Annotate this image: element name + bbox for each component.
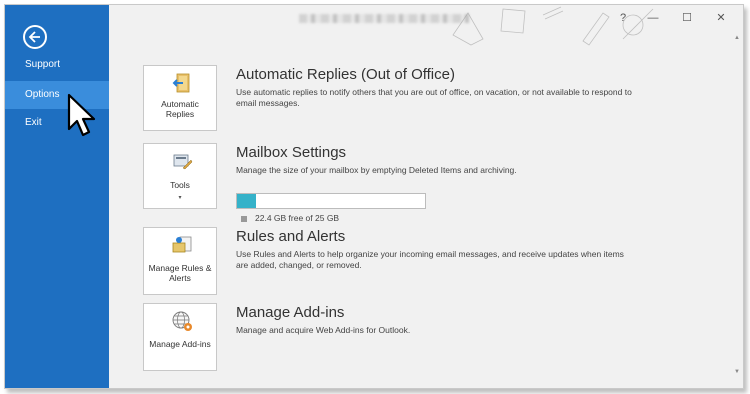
storage-status: 22.4 GB free of 25 GB (241, 213, 339, 223)
minimize-button[interactable]: — (645, 11, 661, 25)
mouse-pointer-icon (67, 93, 96, 137)
automatic-replies-button[interactable]: Automatic Replies (143, 65, 217, 131)
tile-label: Tools (170, 180, 190, 190)
section-title: Mailbox Settings (236, 144, 347, 161)
maximize-button[interactable]: ☐ (679, 11, 695, 25)
section-info: Automatic Replies (Out of Office) Use au… (236, 65, 656, 109)
tile-label: Manage Add-ins (149, 339, 211, 349)
scroll-up-icon[interactable]: ▲ (734, 35, 740, 41)
storage-bar-fill (237, 194, 256, 208)
auto-reply-icon (172, 73, 190, 93)
help-icon: ? (619, 12, 627, 24)
rules-alerts-icon (172, 236, 192, 253)
section-mailbox-settings: Tools ▾ Mailbox Settings Manage the size… (143, 143, 723, 223)
back-arrow-icon (28, 31, 40, 43)
close-button[interactable]: ✕ (713, 11, 729, 25)
section-description: Use Rules and Alerts to help organize yo… (236, 249, 624, 270)
storage-text: 22.4 GB free of 25 GB (255, 213, 340, 223)
title-bar: ? — ☐ ✕ (109, 5, 743, 46)
backstage-sidebar: Support Options Exit (5, 5, 109, 388)
section-info: Rules and Alerts Use Rules and Alerts to… (236, 227, 656, 271)
tile-label: Automatic Replies (161, 99, 199, 119)
sidebar-item-label: Exit (25, 117, 42, 128)
tile-label: Manage Rules & Alerts (148, 263, 212, 283)
section-title: Manage Add-ins (236, 304, 345, 321)
section-rules-alerts: Manage Rules & Alerts Rules and Alerts U… (143, 227, 723, 297)
help-button[interactable]: ? (615, 11, 631, 25)
sidebar-item-support[interactable]: Support (5, 51, 109, 79)
section-title: Rules and Alerts (236, 228, 346, 245)
section-manage-addins: Manage Add-ins Manage Add-ins Manage and… (143, 303, 723, 373)
back-button[interactable] (23, 25, 47, 49)
manage-rules-alerts-button[interactable]: Manage Rules & Alerts (143, 227, 217, 295)
outlook-backstage-window: Support Options Exit ? — ☐ ✕ Automatic R… (4, 4, 744, 389)
manage-addins-button[interactable]: Manage Add-ins (143, 303, 217, 371)
vertical-scrollbar[interactable]: ▲ ▼ (733, 35, 743, 375)
section-title: Automatic Replies (Out of Office) (236, 66, 455, 83)
minimize-icon: — (647, 12, 659, 24)
section-automatic-replies: Automatic Replies Automatic Replies (Out… (143, 65, 723, 135)
section-info: Manage Add-ins Manage and acquire Web Ad… (236, 303, 656, 336)
scroll-down-icon[interactable]: ▼ (734, 369, 740, 375)
storage-legend-icon (241, 215, 247, 222)
section-description: Use automatic replies to notify others t… (236, 87, 632, 108)
sidebar-item-label: Options (25, 89, 60, 100)
section-description: Manage and acquire Web Add-ins for Outlo… (236, 325, 411, 335)
tools-icon (173, 154, 193, 170)
addins-globe-icon (172, 311, 192, 331)
close-icon: ✕ (716, 12, 726, 24)
tools-dropdown-button[interactable]: Tools ▾ (143, 143, 217, 209)
maximize-icon: ☐ (682, 12, 692, 24)
section-description: Manage the size of your mailbox by empty… (236, 165, 517, 175)
sidebar-item-label: Support (25, 59, 61, 70)
chevron-down-icon: ▾ (178, 195, 182, 201)
mailbox-storage-bar (236, 193, 426, 209)
section-info: Mailbox Settings Manage the size of your… (236, 143, 656, 176)
